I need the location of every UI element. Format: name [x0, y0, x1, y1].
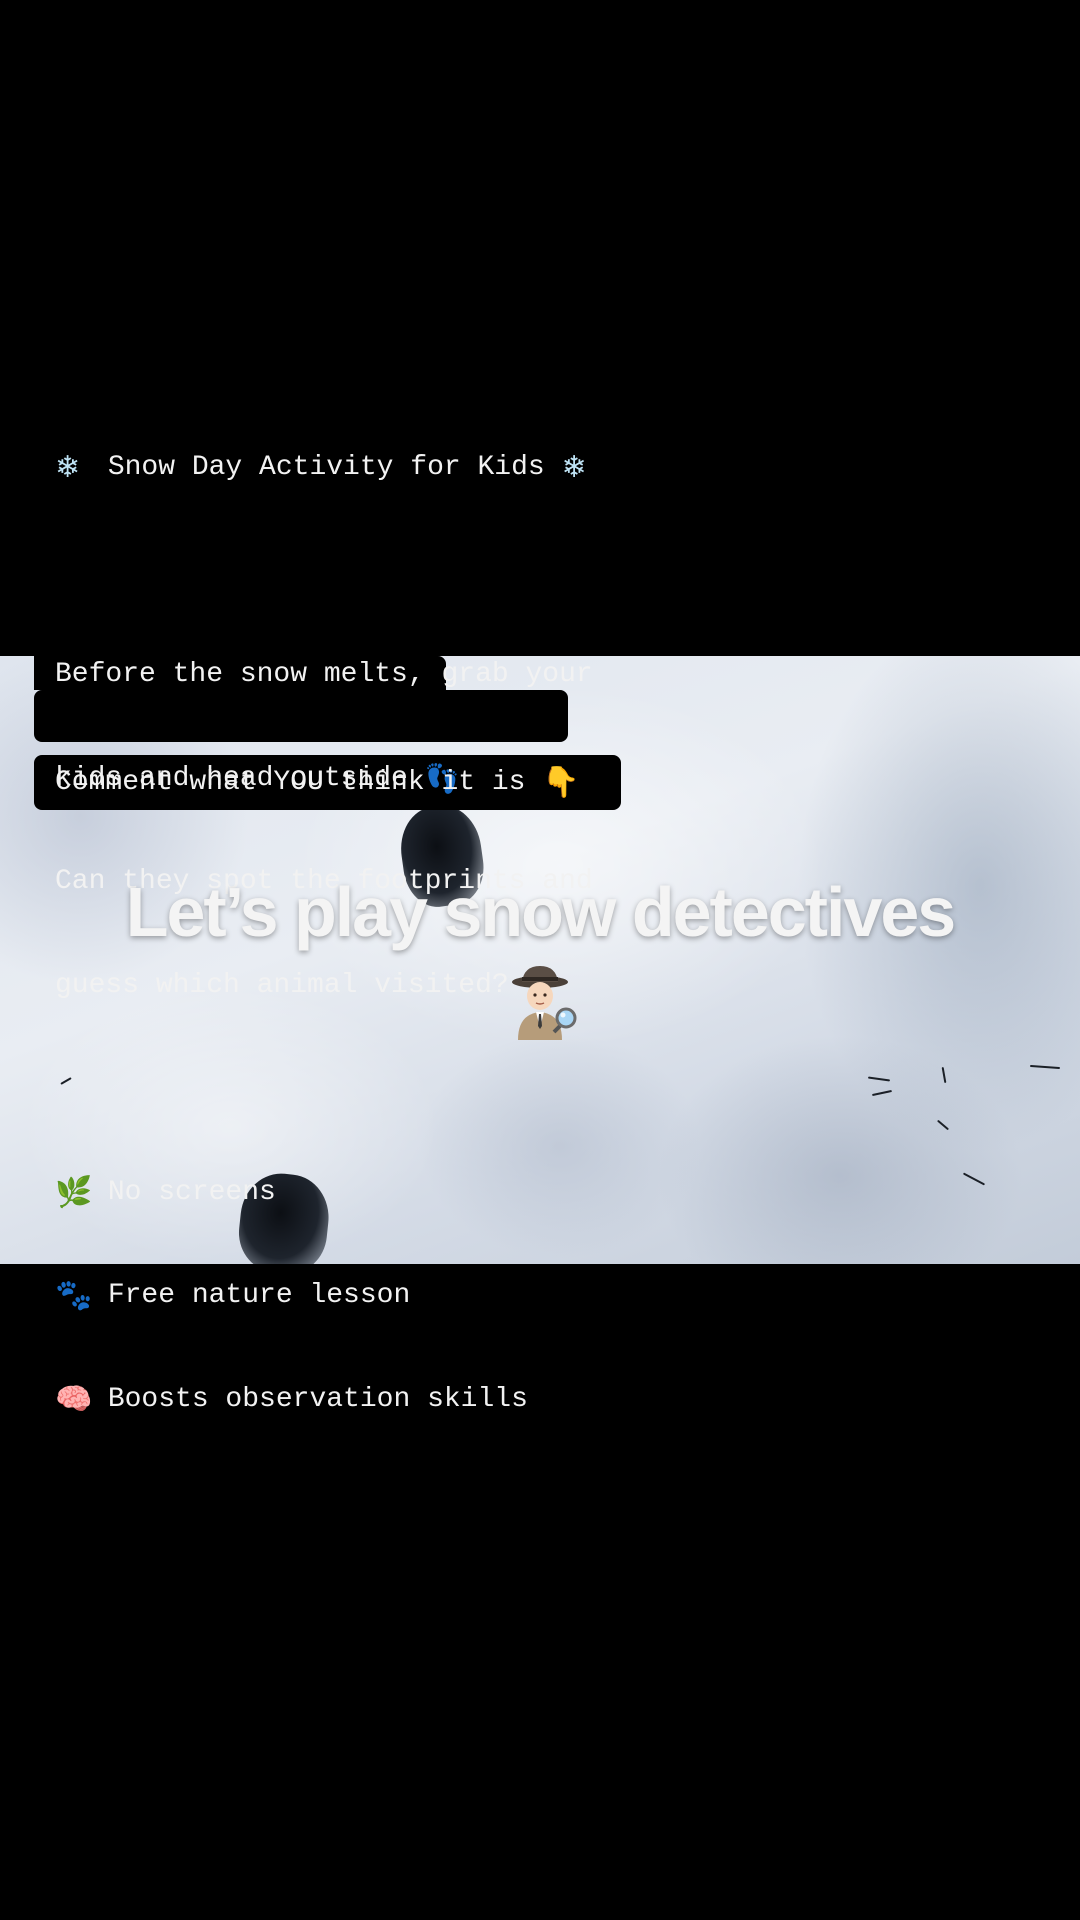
snowflake-icon: ❄	[55, 450, 81, 485]
caption-title: Snow Day Activity for Kids	[107, 452, 545, 483]
paw-prints-icon: 🐾	[55, 1278, 93, 1313]
twig	[1029, 1064, 1061, 1070]
bullet-item: 🧠 Boosts observation skills	[55, 1381, 755, 1418]
pointing-down-icon: 👇	[542, 764, 580, 800]
caption-paragraph-line: Before the snow melts, grab your	[55, 659, 593, 690]
video-frame: ❄ Snow Day Activity for Kids ❄ Before th…	[0, 0, 1080, 1920]
twig	[936, 1119, 950, 1131]
twig	[941, 1066, 947, 1084]
bullet-item: 🐾 Free nature lesson	[55, 1278, 755, 1314]
comment-prompt: Comment what YOU think it is 👇	[55, 763, 580, 801]
twig	[867, 1076, 891, 1082]
bullet-item: 🌿 No screens	[55, 1174, 755, 1211]
overlay-title: Let’s play snow detectives	[125, 873, 957, 951]
twig	[872, 1089, 892, 1097]
snowflake-icon: ❄	[561, 450, 587, 485]
detective-icon	[512, 966, 577, 1040]
caption-paragraph-line: guess which animal visited?	[55, 969, 509, 1001]
caption-title-line: ❄ Snow Day Activity for Kids ❄	[55, 450, 755, 486]
bullet-label: Free nature lesson	[107, 1280, 411, 1311]
twig	[962, 1172, 986, 1186]
herb-icon: 🌿	[55, 1174, 93, 1210]
bullet-label: No screens	[107, 1176, 276, 1208]
brain-icon: 🧠	[55, 1381, 93, 1417]
comment-prompt-text: Comment what YOU think it is	[55, 766, 526, 798]
bullet-label: Boosts observation skills	[107, 1383, 528, 1415]
